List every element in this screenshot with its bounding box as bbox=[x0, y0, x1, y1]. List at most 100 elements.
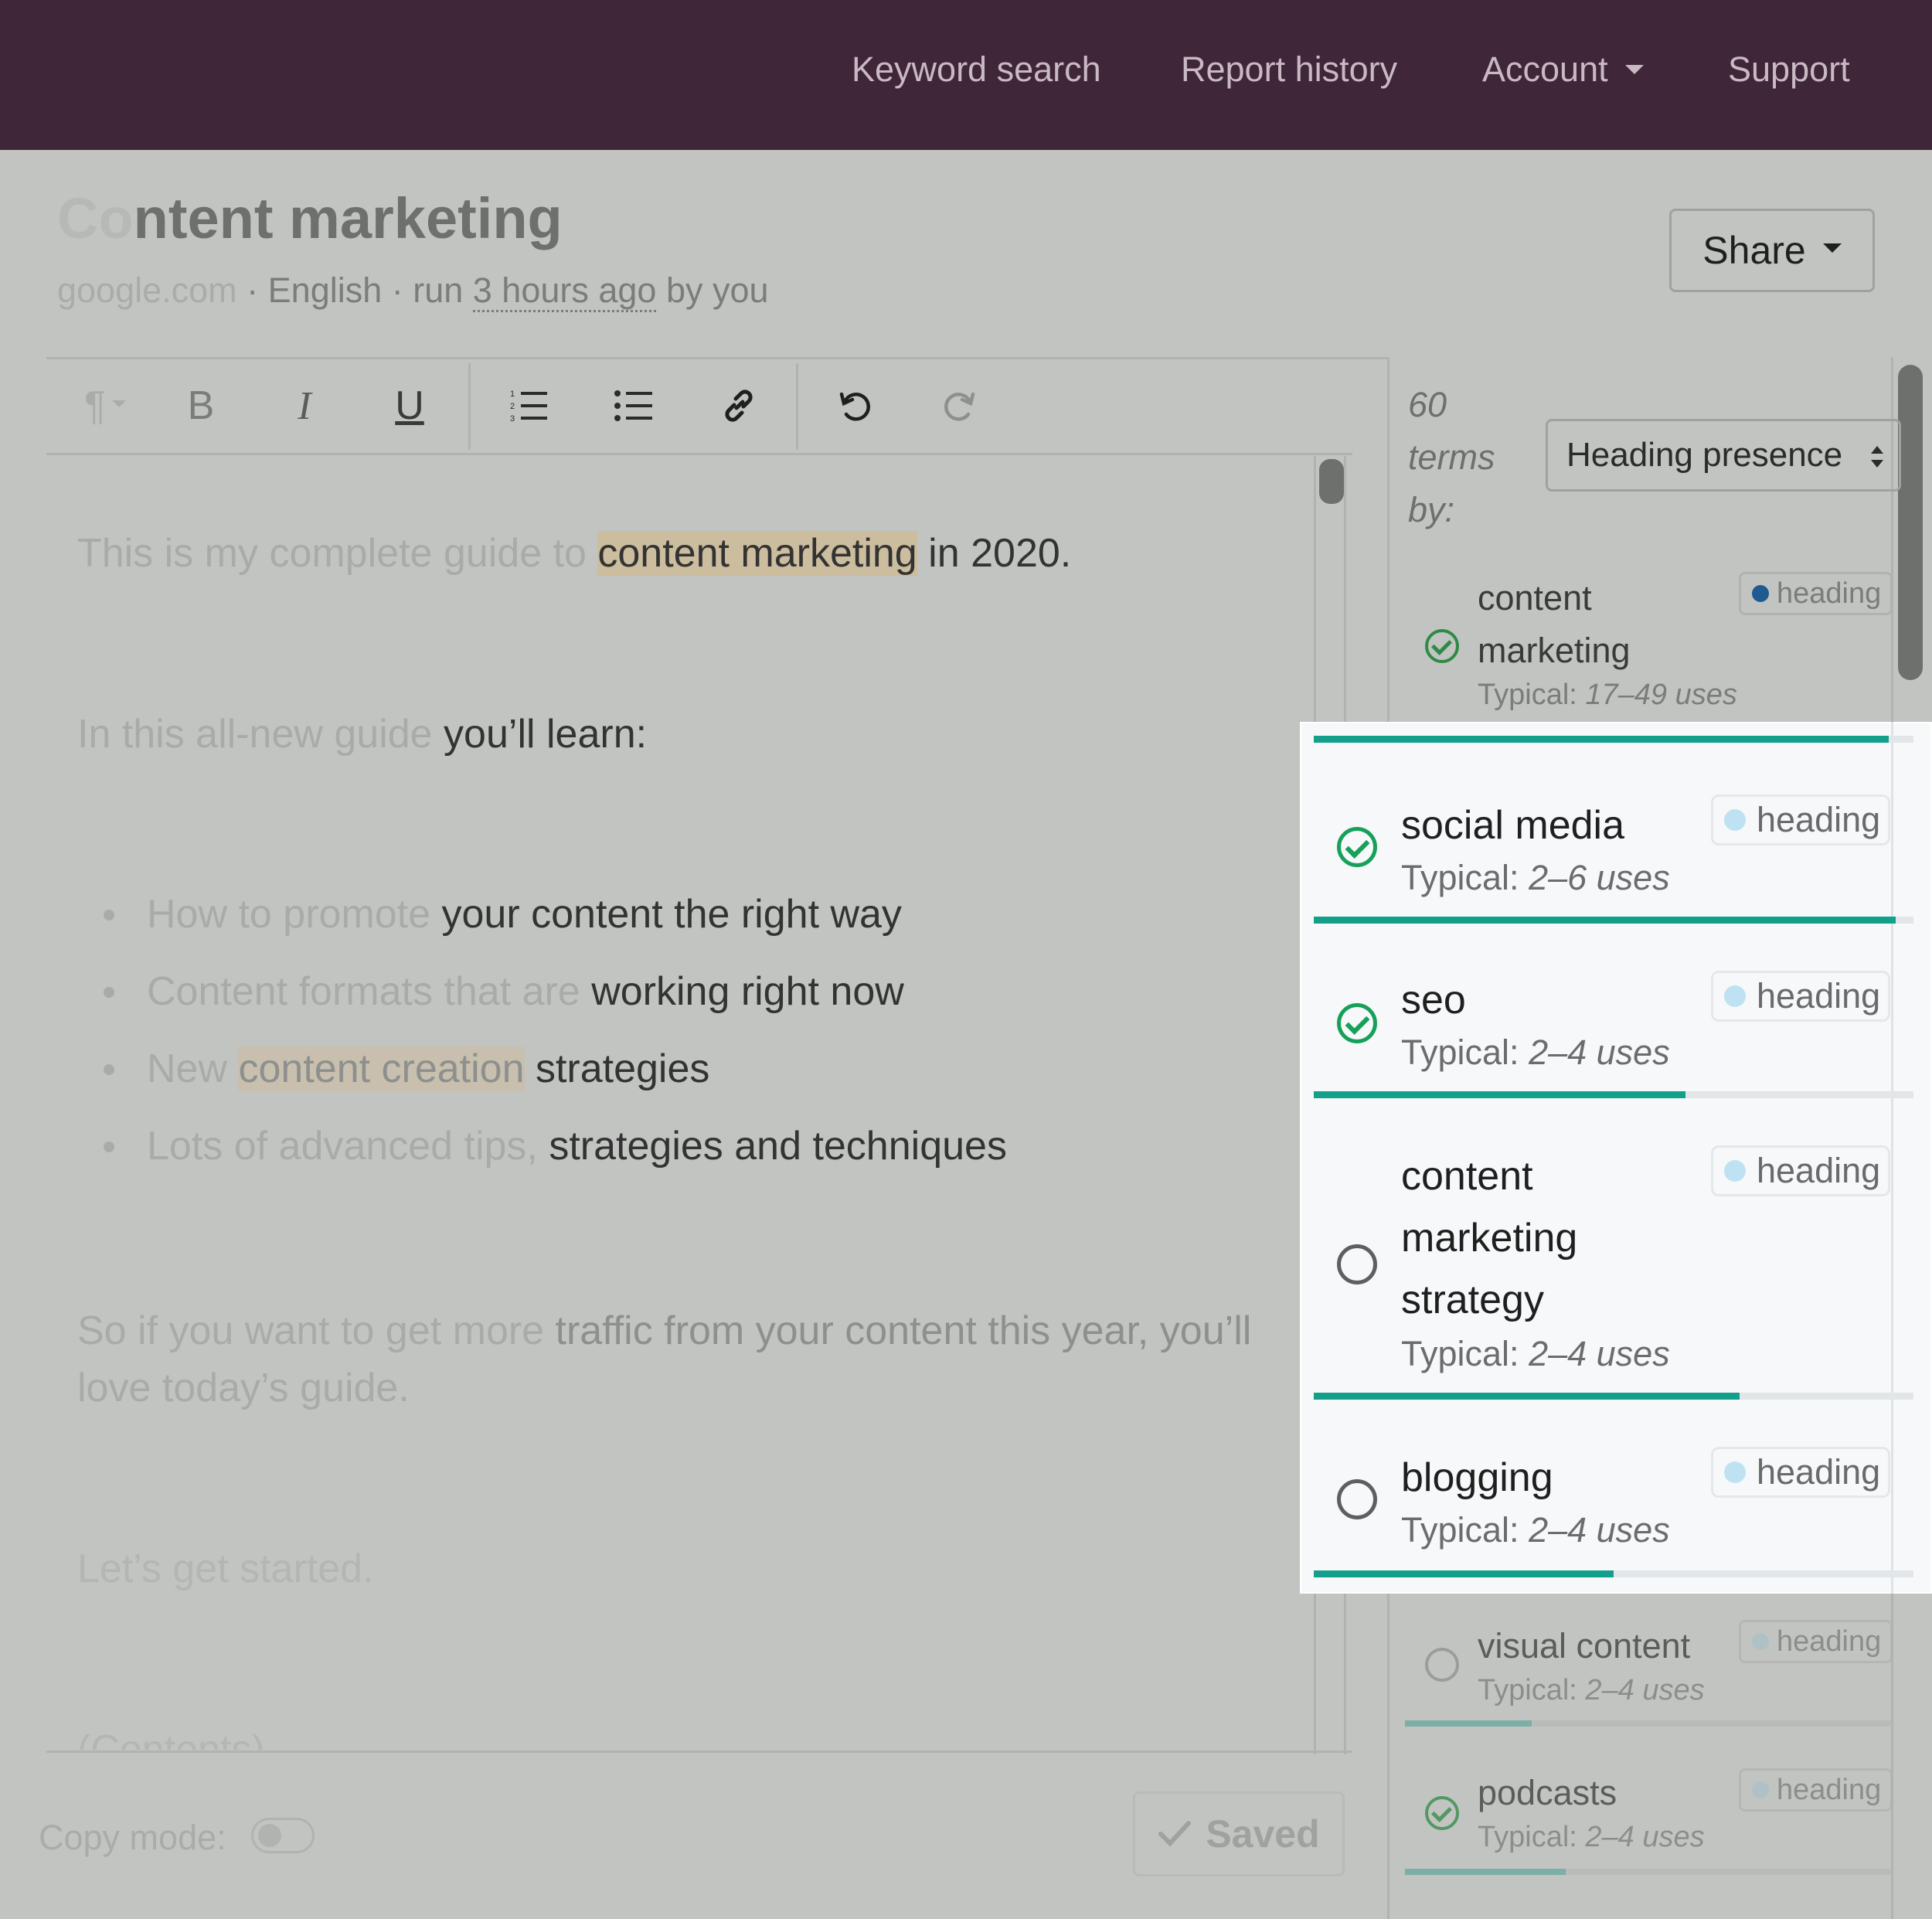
ordered-list-button[interactable]: 1 2 3 bbox=[498, 379, 560, 433]
editor-scrollbar-thumb[interactable] bbox=[1319, 459, 1344, 504]
share-button[interactable]: Share bbox=[1669, 209, 1875, 292]
text: strategies bbox=[524, 1046, 710, 1091]
terms-count-word: terms bbox=[1408, 437, 1495, 477]
page-title-faded: Co bbox=[57, 186, 134, 250]
redo-button[interactable] bbox=[929, 379, 991, 433]
typical-prefix: Typical: bbox=[1401, 1334, 1529, 1373]
nav-support[interactable]: Support bbox=[1728, 49, 1850, 90]
list-item[interactable]: How to promote your content the right wa… bbox=[147, 891, 902, 937]
term-name[interactable]: seo bbox=[1401, 969, 1466, 1031]
paragraph-intro[interactable]: This is my complete guide to content mar… bbox=[77, 530, 1071, 577]
bold-button[interactable]: B bbox=[170, 379, 232, 433]
svg-text:2: 2 bbox=[510, 402, 515, 411]
term-unchecked-icon bbox=[1425, 1648, 1459, 1682]
term-name[interactable]: content marketing bbox=[1478, 572, 1631, 677]
badge-dot-icon bbox=[1724, 809, 1746, 831]
term-progress-fill bbox=[1405, 1720, 1532, 1727]
paragraph-style-dropdown[interactable]: ¶ bbox=[66, 379, 144, 433]
term-name: visual content bbox=[1478, 1626, 1691, 1666]
list-item[interactable]: New content creation strategies bbox=[147, 1046, 709, 1092]
nav-report-history[interactable]: Report history bbox=[1181, 49, 1397, 90]
text-faded: New bbox=[147, 1046, 239, 1091]
heading-badge: heading bbox=[1711, 971, 1890, 1022]
svg-text:1: 1 bbox=[510, 390, 515, 399]
meta-owner: by you bbox=[656, 270, 769, 310]
badge-label: heading bbox=[1777, 1625, 1882, 1658]
bullet-list-button[interactable] bbox=[603, 379, 665, 433]
card-divider bbox=[1891, 722, 1893, 1594]
paragraph-closing[interactable]: So if you want to get more traffic from … bbox=[77, 1308, 1251, 1354]
checkmark-icon bbox=[1158, 1821, 1192, 1847]
term-progress-fill bbox=[1314, 1393, 1740, 1400]
typical-prefix: Typical: bbox=[1401, 1510, 1529, 1550]
bold-icon: B bbox=[187, 383, 215, 428]
term-typical: Typical: 2–4 uses bbox=[1478, 1674, 1705, 1707]
paragraph-contents[interactable]: (Contents) bbox=[77, 1727, 265, 1750]
term-progress-fill bbox=[1314, 1570, 1614, 1577]
saved-button[interactable]: Saved bbox=[1133, 1791, 1345, 1876]
meta-run-time[interactable]: 3 hours ago bbox=[472, 270, 657, 312]
page-title-rest: ntent marketing bbox=[133, 186, 563, 250]
italic-button[interactable]: I bbox=[274, 379, 335, 433]
terms-scrollbar-thumb[interactable] bbox=[1898, 365, 1923, 680]
nav-account[interactable]: Account bbox=[1482, 49, 1644, 90]
badge-dot-icon bbox=[1724, 1160, 1746, 1182]
badge-dot-icon bbox=[1752, 1781, 1769, 1798]
copy-mode-toggle[interactable] bbox=[251, 1818, 315, 1853]
paragraph-started[interactable]: Let’s get started. bbox=[77, 1546, 374, 1592]
text: traffic from your content this year, you… bbox=[555, 1308, 1252, 1353]
term-name-line: marketing bbox=[1401, 1216, 1578, 1261]
term-name[interactable]: content marketing strategy bbox=[1401, 1145, 1577, 1331]
chevron-down-icon bbox=[1624, 65, 1644, 75]
heading-badge: heading bbox=[1739, 572, 1893, 615]
typical-range: 2–4 uses bbox=[1529, 1510, 1670, 1550]
term-progress-track bbox=[1889, 736, 1913, 743]
link-icon bbox=[725, 390, 753, 422]
term-typical: Typical: 2–4 uses bbox=[1401, 1510, 1670, 1550]
meta-language: · English · run bbox=[236, 270, 473, 310]
underline-button[interactable]: U bbox=[379, 379, 440, 433]
term-name-line: content bbox=[1401, 1154, 1533, 1199]
badge-label: heading bbox=[1777, 1773, 1882, 1806]
chevron-down-icon bbox=[1822, 243, 1842, 253]
term-name-line: strategy bbox=[1401, 1278, 1544, 1322]
term-unchecked-icon bbox=[1337, 1479, 1377, 1519]
toolbar-divider bbox=[468, 363, 471, 450]
link-button[interactable] bbox=[708, 379, 770, 433]
text-faded: In this all-new guide bbox=[77, 712, 444, 757]
toolbar-divider bbox=[46, 453, 1352, 455]
list-item[interactable]: Content formats that are working right n… bbox=[147, 968, 904, 1015]
typical-range: 2–4 uses bbox=[1585, 1821, 1705, 1853]
italic-icon: I bbox=[298, 383, 311, 428]
sort-select[interactable]: Heading presence bbox=[1546, 419, 1901, 492]
term-typical: Typical: 17–49 uses bbox=[1478, 679, 1737, 712]
top-navbar: Keyword search Report history Account Su… bbox=[0, 0, 1932, 150]
text: you’ll learn: bbox=[444, 712, 648, 757]
term-name[interactable]: blogging bbox=[1401, 1447, 1553, 1509]
bullet-marker bbox=[104, 1064, 114, 1075]
meta-domain: google.com bbox=[57, 270, 237, 310]
sort-updown-icon bbox=[1871, 446, 1883, 468]
text-faded: Lots of advanced tips, bbox=[147, 1124, 549, 1169]
typical-range: 2–4 uses bbox=[1529, 1334, 1670, 1373]
editor-footer-divider bbox=[46, 1751, 1352, 1753]
paragraph-closing-line2[interactable]: love today’s guide. bbox=[77, 1365, 410, 1411]
nav-keyword-search[interactable]: Keyword search bbox=[852, 49, 1101, 90]
bullet-marker bbox=[104, 910, 114, 920]
term-name-line: marketing bbox=[1478, 631, 1631, 670]
copy-mode-label: Copy mode: bbox=[39, 1818, 226, 1857]
term-progress-fill bbox=[1314, 917, 1896, 924]
list-item[interactable]: Lots of advanced tips, strategies and te… bbox=[147, 1123, 1007, 1169]
term-checked-icon bbox=[1337, 1003, 1377, 1043]
text: working right now bbox=[591, 969, 904, 1014]
paragraph-learn[interactable]: In this all-new guide you’ll learn: bbox=[77, 711, 647, 757]
term-typical: Typical: 2–4 uses bbox=[1401, 1033, 1670, 1073]
heading-badge: heading bbox=[1711, 794, 1890, 846]
term-typical: Typical: 2–4 uses bbox=[1478, 1821, 1705, 1854]
typical-prefix: Typical: bbox=[1401, 858, 1529, 897]
page-title: Content marketing bbox=[57, 185, 563, 251]
term-name[interactable]: social media bbox=[1401, 794, 1624, 856]
text: strategies and techniques bbox=[549, 1124, 1007, 1169]
undo-button[interactable] bbox=[824, 379, 886, 433]
typical-prefix: Typical: bbox=[1478, 1821, 1586, 1853]
